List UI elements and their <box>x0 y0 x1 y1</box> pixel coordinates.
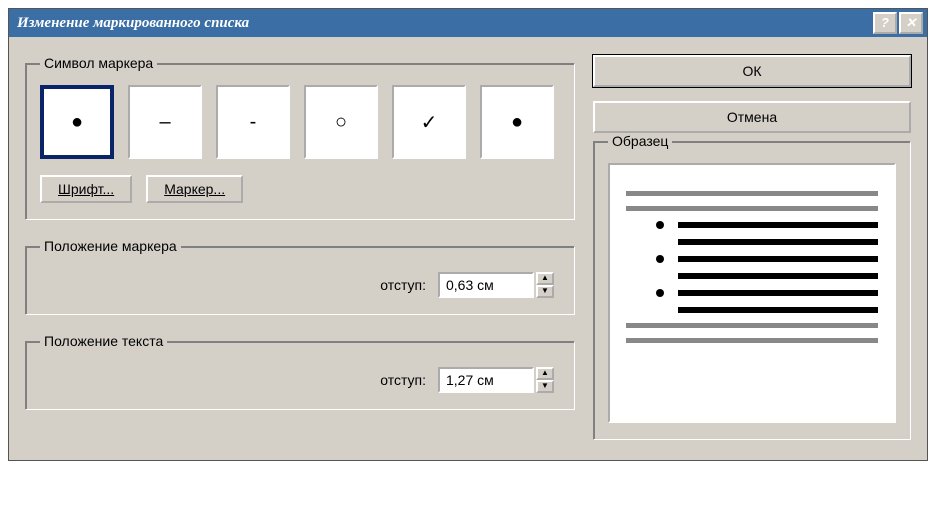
preview-bullet-line <box>626 255 878 263</box>
text-indent-spinner: ▲ ▼ <box>438 367 554 393</box>
bullet-buttons-row: Шрифт... Маркер... <box>40 175 560 203</box>
text-indent-input[interactable] <box>438 367 534 393</box>
marker-indent-row: отступ: ▲ ▼ <box>40 268 560 298</box>
text-indent-row: отступ: ▲ ▼ <box>40 363 560 393</box>
group-marker-position: Положение маркера отступ: ▲ ▼ <box>25 238 575 315</box>
preview-bullet-line <box>626 289 878 297</box>
marker-indent-down[interactable]: ▼ <box>536 285 554 298</box>
text-indent-down[interactable]: ▼ <box>536 380 554 393</box>
group-marker-position-label: Положение маркера <box>40 238 181 254</box>
group-bullet-symbol-label: Символ маркера <box>40 55 157 71</box>
group-text-position-label: Положение текста <box>40 333 167 349</box>
help-button[interactable]: ? <box>873 12 897 34</box>
preview-bullet-line <box>626 221 878 229</box>
dialog-buttons: ОК Отмена <box>593 55 911 133</box>
close-button[interactable]: ✕ <box>899 12 923 34</box>
cancel-button[interactable]: Отмена <box>593 101 911 133</box>
preview-line <box>626 206 878 211</box>
preview-text-bar <box>678 307 878 313</box>
marker-indent-input[interactable] <box>438 272 534 298</box>
text-indent-up[interactable]: ▲ <box>536 367 554 380</box>
preview-text-bar <box>678 239 878 245</box>
marker-indent-spin-buttons: ▲ ▼ <box>536 272 554 298</box>
bullet-glyph-dot: ● <box>511 111 523 134</box>
left-column: Символ маркера ● – - ○ ✓ ● Шрифт... Марк… <box>25 55 575 440</box>
bullet-dot-icon <box>656 221 664 229</box>
marker-indent-up[interactable]: ▲ <box>536 272 554 285</box>
preview-line <box>626 191 878 196</box>
group-preview: Образец <box>593 133 911 440</box>
text-indent-spin-buttons: ▲ ▼ <box>536 367 554 393</box>
preview-line <box>626 323 878 328</box>
marker-indent-label: отступ: <box>380 277 426 293</box>
marker-indent-spinner: ▲ ▼ <box>438 272 554 298</box>
bullet-glyph-filled-circle: ● <box>71 111 83 134</box>
bullet-option-1[interactable]: – <box>128 85 202 159</box>
text-indent-label: отступ: <box>380 372 426 388</box>
bullet-option-0[interactable]: ● <box>40 85 114 159</box>
bullet-glyph-hyphen: - <box>250 111 257 134</box>
preview-line <box>626 338 878 343</box>
bullet-option-5[interactable]: ● <box>480 85 554 159</box>
window-title: Изменение маркированного списка <box>17 15 871 32</box>
bullet-glyph-checkmark: ✓ <box>421 110 438 135</box>
bullet-dot-icon <box>656 255 664 263</box>
bullet-options-row: ● – - ○ ✓ ● <box>40 85 560 159</box>
group-preview-label: Образец <box>608 133 672 149</box>
font-button[interactable]: Шрифт... <box>40 175 132 203</box>
preview-text-bar <box>678 222 878 228</box>
ok-button[interactable]: ОК <box>593 55 911 87</box>
preview-text-bar <box>678 256 878 262</box>
bullet-option-2[interactable]: - <box>216 85 290 159</box>
bullet-glyph-en-dash: – <box>159 111 170 134</box>
bullet-dot-icon <box>656 289 664 297</box>
group-bullet-symbol: Символ маркера ● – - ○ ✓ ● Шрифт... Марк… <box>25 55 575 220</box>
right-column: ОК Отмена Образец <box>593 55 911 440</box>
dialog-body: Символ маркера ● – - ○ ✓ ● Шрифт... Марк… <box>9 37 927 460</box>
preview-canvas <box>608 163 896 423</box>
bullet-option-4[interactable]: ✓ <box>392 85 466 159</box>
dialog-window: Изменение маркированного списка ? ✕ Симв… <box>8 8 928 461</box>
group-text-position: Положение текста отступ: ▲ ▼ <box>25 333 575 410</box>
preview-text-bar <box>678 290 878 296</box>
preview-text-bar <box>678 273 878 279</box>
bullet-glyph-open-circle: ○ <box>335 111 347 134</box>
marker-button[interactable]: Маркер... <box>146 175 243 203</box>
titlebar: Изменение маркированного списка ? ✕ <box>9 9 927 37</box>
bullet-option-3[interactable]: ○ <box>304 85 378 159</box>
